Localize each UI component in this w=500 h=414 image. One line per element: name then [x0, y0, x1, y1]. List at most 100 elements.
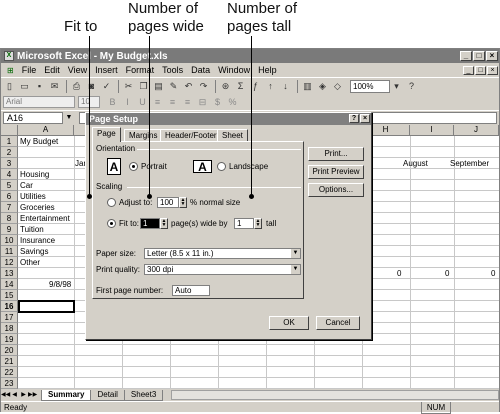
adjust-to-label[interactable]: Adjust to: [119, 198, 152, 208]
menu-format[interactable]: Format [122, 65, 159, 75]
spelling-icon[interactable]: ✓ [100, 80, 113, 93]
menu-edit[interactable]: Edit [40, 65, 64, 75]
cancel-button[interactable]: Cancel [316, 316, 360, 330]
close-button[interactable]: × [486, 51, 498, 61]
doc-minimize-button[interactable]: _ [463, 65, 474, 75]
autosum-icon[interactable]: Σ [234, 80, 247, 93]
cell-a9[interactable]: Tuition [20, 224, 44, 235]
name-box-dropdown-icon[interactable]: ▼ [63, 112, 75, 124]
cell-h14[interactable]: 0 [397, 268, 401, 279]
print-button[interactable]: Print... [308, 147, 364, 161]
cell-i3[interactable]: August [403, 158, 428, 169]
row-header[interactable]: 19 [1, 334, 18, 345]
zoom-select[interactable]: 100% [350, 79, 390, 93]
sheet-tab-detail[interactable]: Detail [90, 389, 125, 401]
tab-header-footer[interactable]: Header/Footer [160, 129, 222, 141]
align-left-icon[interactable]: ≡ [151, 96, 164, 109]
print-quality-select[interactable]: 300 dpi ▼ [144, 264, 301, 275]
cell-a5[interactable]: Car [20, 180, 33, 191]
menu-tools[interactable]: Tools [158, 65, 187, 75]
adjust-to-radio[interactable] [107, 198, 116, 207]
cell-a14[interactable]: 9/8/98 [49, 279, 71, 290]
row-header[interactable]: 11 [1, 246, 18, 257]
merge-center-icon[interactable]: ⊟ [196, 96, 209, 109]
save-icon[interactable]: ▪ [33, 80, 46, 93]
menu-view[interactable]: View [64, 65, 91, 75]
redo-icon[interactable]: ↷ [197, 80, 210, 93]
menu-window[interactable]: Window [214, 65, 254, 75]
cell-i14[interactable]: 0 [445, 268, 449, 279]
print-preview-button[interactable]: Print Preview [308, 165, 364, 179]
chevron-down-icon[interactable]: ▼ [291, 265, 300, 274]
adjust-to-spinner[interactable]: ▲ ▼ [179, 197, 187, 208]
sort-desc-icon[interactable]: ↓ [279, 80, 292, 93]
cell-j3[interactable]: September [450, 158, 489, 169]
row-header[interactable]: 9 [1, 224, 18, 235]
row-header[interactable]: 17 [1, 312, 18, 323]
row-header[interactable]: 7 [1, 202, 18, 213]
ok-button[interactable]: OK [269, 316, 309, 330]
row-header[interactable]: 4 [1, 169, 18, 180]
row-header[interactable]: 21 [1, 356, 18, 367]
row-header[interactable]: 1 [1, 136, 18, 147]
cell-a6[interactable]: Utilities [20, 191, 46, 202]
italic-icon[interactable]: I [121, 96, 134, 109]
paste-icon[interactable]: ▤ [152, 80, 165, 93]
print-preview-icon[interactable]: ◙ [85, 80, 98, 93]
cell-j14[interactable]: 0 [491, 268, 495, 279]
col-header-j[interactable]: J [454, 125, 499, 136]
pages-wide-spinner[interactable]: ▲ ▼ [160, 218, 168, 229]
align-right-icon[interactable]: ≡ [181, 96, 194, 109]
bold-icon[interactable]: B [106, 96, 119, 109]
doc-restore-button[interactable]: □ [475, 65, 486, 75]
cell-a4[interactable]: Housing [20, 169, 49, 180]
pages-tall-input[interactable]: 1 [234, 218, 254, 229]
hyperlink-icon[interactable]: ⊛ [219, 80, 232, 93]
undo-icon[interactable]: ↶ [182, 80, 195, 93]
row-header[interactable]: 2 [1, 147, 18, 158]
last-sheet-icon[interactable]: ▶▶ [28, 390, 37, 400]
maximize-button[interactable]: □ [473, 51, 485, 61]
col-header-a[interactable]: A [18, 125, 74, 136]
adjust-to-input[interactable]: 100 [157, 197, 179, 208]
help-icon[interactable]: ? [405, 80, 418, 93]
row-header[interactable]: 5 [1, 180, 18, 191]
cell-a8[interactable]: Entertainment [20, 213, 70, 224]
cell-a11[interactable]: Savings [20, 246, 48, 257]
portrait-radio[interactable] [129, 162, 138, 171]
print-icon[interactable]: ⎙ [70, 80, 83, 93]
drawing-icon[interactable]: ◇ [331, 80, 344, 93]
tab-margins[interactable]: Margins [124, 129, 163, 141]
chart-wizard-icon[interactable]: ▥ [301, 80, 314, 93]
cell-a7[interactable]: Groceries [20, 202, 55, 213]
first-page-input[interactable]: Auto [172, 285, 210, 296]
row-header[interactable]: 10 [1, 235, 18, 246]
excel-doc-icon[interactable]: ⊞ [3, 66, 18, 75]
dialog-close-button[interactable]: × [360, 114, 370, 123]
row-header[interactable]: 22 [1, 367, 18, 378]
dialog-help-button[interactable]: ? [349, 114, 359, 123]
portrait-label[interactable]: Portrait [141, 162, 167, 172]
tab-sheet[interactable]: Sheet [217, 129, 248, 141]
sheet-tab-summary[interactable]: Summary [41, 389, 92, 401]
menu-file[interactable]: File [18, 65, 41, 75]
row-header[interactable]: 15 [1, 290, 18, 301]
active-cell-a16[interactable] [18, 300, 75, 313]
cell-a1[interactable]: My Budget [20, 136, 58, 147]
chevron-down-icon[interactable]: ▾ [390, 80, 403, 93]
cell-a12[interactable]: Other [20, 257, 40, 268]
cut-icon[interactable]: ✂ [122, 80, 135, 93]
row-header[interactable]: 13 [1, 268, 18, 279]
menu-insert[interactable]: Insert [91, 65, 122, 75]
row-header[interactable]: 16 [1, 301, 18, 312]
map-icon[interactable]: ◈ [316, 80, 329, 93]
horizontal-scrollbar[interactable] [171, 390, 499, 400]
sort-asc-icon[interactable]: ↑ [264, 80, 277, 93]
options-button[interactable]: Options... [308, 183, 364, 197]
cell-a10[interactable]: Insurance [20, 235, 55, 246]
name-box[interactable]: A16 [3, 111, 63, 124]
open-icon[interactable]: ▭ [18, 80, 31, 93]
first-sheet-icon[interactable]: ◀◀ [1, 390, 10, 400]
underline-icon[interactable]: U [136, 96, 149, 109]
sheet-tab-sheet3[interactable]: Sheet3 [123, 389, 164, 401]
